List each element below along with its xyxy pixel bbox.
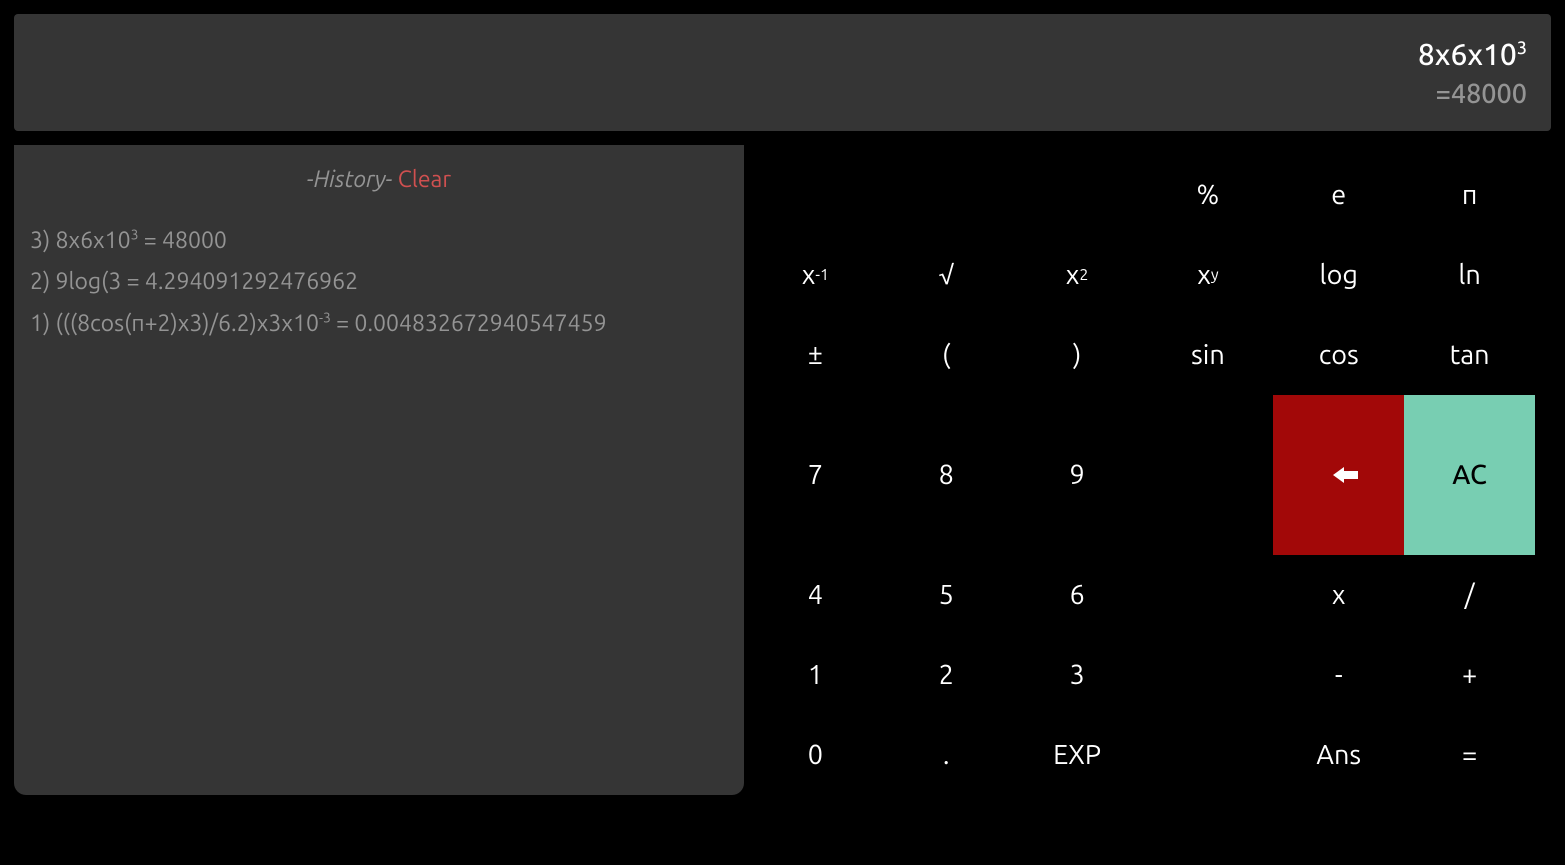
clear-history-button[interactable]: Clear	[398, 167, 451, 192]
sin-button[interactable]: sin	[1142, 315, 1273, 395]
digit-9-button[interactable]: 9	[1012, 395, 1143, 555]
digit-2-button[interactable]: 2	[881, 635, 1012, 715]
expression-exponent: 3	[1517, 38, 1527, 58]
arrow-left-icon	[1333, 467, 1344, 483]
digit-1-button[interactable]: 1	[750, 635, 881, 715]
ln-button[interactable]: ln	[1404, 235, 1535, 315]
multiply-button[interactable]: x	[1273, 555, 1404, 635]
history-title: -History-	[307, 167, 393, 192]
digit-8-button[interactable]: 8	[881, 395, 1012, 555]
expression-display: 8x6x103	[1418, 37, 1527, 71]
backspace-button[interactable]	[1273, 395, 1404, 555]
digit-6-button[interactable]: 6	[1012, 555, 1143, 635]
right-paren-button[interactable]: )	[1012, 315, 1143, 395]
keypad: % e π x -1 √ x2 xy log ln ± ( ) sin cos …	[744, 145, 1565, 795]
history-item[interactable]: 1) (((8cos(π+2)x3)/6.2)x3x10-3 = 0.00483…	[30, 303, 736, 344]
history-header: -History- Clear	[22, 167, 736, 192]
cos-button[interactable]: cos	[1273, 315, 1404, 395]
plusminus-button[interactable]: ±	[750, 315, 881, 395]
history-list: 3) 8x6x103 = 48000 2) 9log(3 = 4.2940912…	[22, 220, 736, 344]
tan-button[interactable]: tan	[1404, 315, 1535, 395]
exp-button[interactable]: EXP	[1012, 715, 1143, 795]
decimal-button[interactable]: .	[881, 715, 1012, 795]
equals-button[interactable]: =	[1404, 715, 1535, 795]
digit-5-button[interactable]: 5	[881, 555, 1012, 635]
digit-4-button[interactable]: 4	[750, 555, 881, 635]
history-item[interactable]: 2) 9log(3 = 4.294091292476962	[30, 261, 736, 302]
square-button[interactable]: x2	[1012, 235, 1143, 315]
inverse-button[interactable]: x -1	[750, 235, 881, 315]
history-panel: -History- Clear 3) 8x6x103 = 48000 2) 9l…	[14, 145, 744, 795]
sqrt-button[interactable]: √	[881, 235, 1012, 315]
all-clear-button[interactable]: AC	[1404, 395, 1535, 555]
log-button[interactable]: log	[1273, 235, 1404, 315]
history-item[interactable]: 3) 8x6x103 = 48000	[30, 220, 736, 261]
left-paren-button[interactable]: (	[881, 315, 1012, 395]
power-button[interactable]: xy	[1142, 235, 1273, 315]
e-button[interactable]: e	[1273, 155, 1404, 235]
digit-3-button[interactable]: 3	[1012, 635, 1143, 715]
pi-button[interactable]: π	[1404, 155, 1535, 235]
divide-button[interactable]: /	[1404, 555, 1535, 635]
minus-button[interactable]: -	[1273, 635, 1404, 715]
display-panel: 8x6x103 =48000	[14, 14, 1551, 131]
digit-7-button[interactable]: 7	[750, 395, 881, 555]
ans-button[interactable]: Ans	[1273, 715, 1404, 795]
digit-0-button[interactable]: 0	[750, 715, 881, 795]
result-display: =48000	[1436, 79, 1527, 109]
plus-button[interactable]: +	[1404, 635, 1535, 715]
expression-base: 8x6x10	[1418, 37, 1517, 71]
percent-button[interactable]: %	[1142, 155, 1273, 235]
